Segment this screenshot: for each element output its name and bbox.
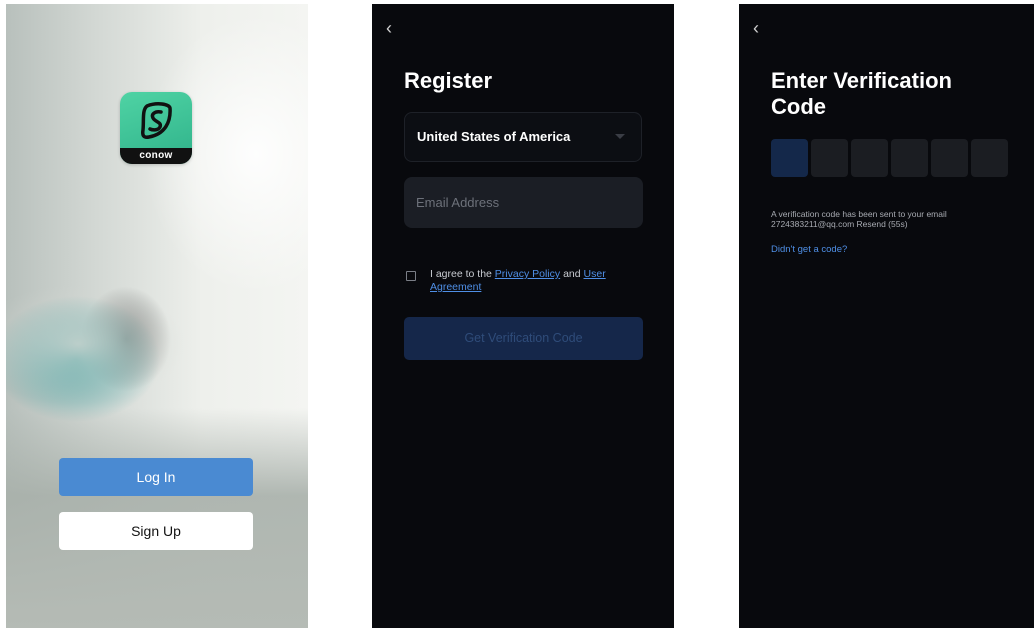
code-digit-box[interactable]	[851, 139, 888, 177]
chevron-left-icon[interactable]: ‹	[753, 19, 769, 37]
verification-message: A verification code has been sent to you…	[771, 209, 1011, 229]
chevron-down-icon	[615, 134, 625, 139]
code-digit-box[interactable]	[931, 139, 968, 177]
signup-button[interactable]: Sign Up	[59, 512, 253, 550]
code-digit-box[interactable]	[971, 139, 1008, 177]
code-digit-box[interactable]	[771, 139, 808, 177]
verification-screen: ‹ Enter Verification Code A verification…	[739, 4, 1034, 628]
app-logo: conow	[120, 92, 192, 164]
code-digit-box[interactable]	[811, 139, 848, 177]
leaf-logo-icon	[141, 102, 172, 139]
country-value: United States of America	[417, 129, 571, 144]
welcome-screen: conow Log In Sign Up	[6, 4, 308, 628]
title-line-2: Code	[771, 94, 826, 119]
page-title: Enter Verification Code	[771, 68, 952, 120]
agree-prefix: I agree to the	[430, 268, 495, 280]
verification-message-line-1: A verification code has been sent to you…	[771, 209, 947, 219]
get-verification-code-button[interactable]: Get Verification Code	[404, 317, 643, 360]
agree-checkbox[interactable]	[406, 271, 416, 281]
background-chair	[6, 284, 186, 404]
brand-name: conow	[120, 148, 192, 164]
title-line-1: Enter Verification	[771, 68, 952, 93]
code-input-group[interactable]	[771, 139, 1008, 177]
register-screen: ‹ Register United States of America I ag…	[372, 4, 674, 628]
page-title: Register	[404, 68, 493, 93]
agreement-text: I agree to the Privacy Policy and User A…	[430, 268, 640, 294]
verification-message-line-2[interactable]: 2724383211@qq.com Resend (55s)	[771, 219, 1011, 229]
agree-and: and	[560, 268, 584, 280]
privacy-policy-link[interactable]: Privacy Policy	[495, 268, 560, 280]
email-field[interactable]	[404, 177, 643, 228]
country-select[interactable]: United States of America	[404, 112, 642, 162]
chevron-left-icon[interactable]: ‹	[386, 19, 402, 37]
login-button[interactable]: Log In	[59, 458, 253, 496]
no-code-link[interactable]: Didn't get a code?	[771, 244, 847, 255]
code-digit-box[interactable]	[891, 139, 928, 177]
